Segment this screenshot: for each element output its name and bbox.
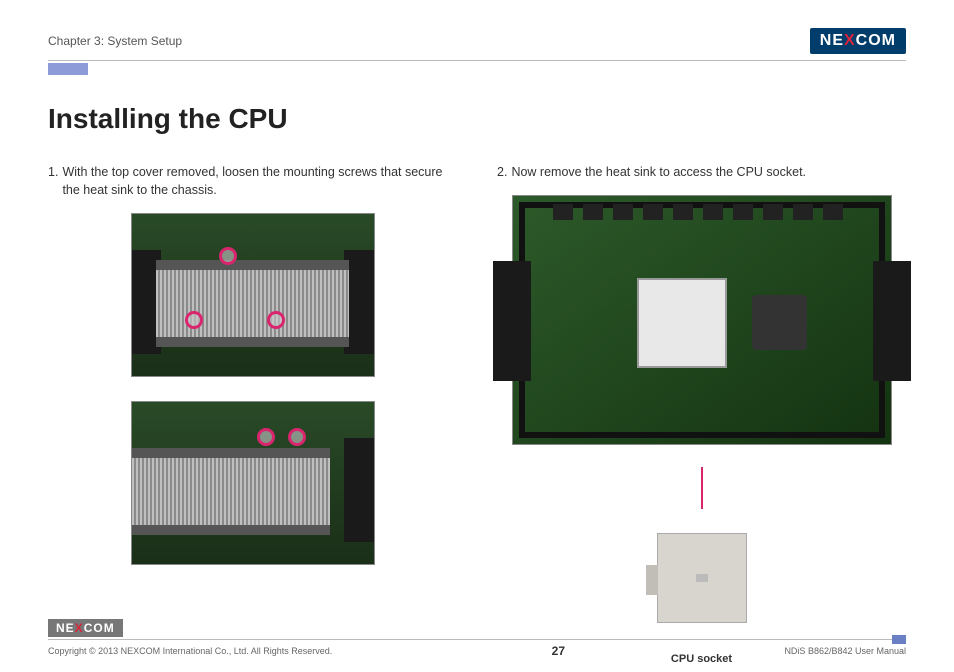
step-1-number: 1. bbox=[48, 163, 58, 199]
accent-bar bbox=[48, 63, 88, 75]
figure-cpu-socket-detail bbox=[657, 533, 747, 623]
footer-divider bbox=[48, 639, 906, 640]
step-2: 2. Now remove the heat sink to access th… bbox=[497, 163, 906, 181]
copyright-text: Copyright © 2013 NEXCOM International Co… bbox=[48, 646, 332, 656]
step-1-text: With the top cover removed, loosen the m… bbox=[62, 163, 457, 199]
header-divider bbox=[48, 60, 906, 61]
figure-heatsink-bottom bbox=[131, 401, 375, 565]
brand-logo: NEXCOM bbox=[810, 28, 906, 54]
figure-motherboard bbox=[512, 195, 892, 445]
page-number: 27 bbox=[552, 644, 565, 658]
step-2-text: Now remove the heat sink to access the C… bbox=[511, 163, 906, 181]
step-2-number: 2. bbox=[497, 163, 507, 181]
step-1: 1. With the top cover removed, loosen th… bbox=[48, 163, 457, 199]
figure-heatsink-top bbox=[131, 213, 375, 377]
logo-part-x: X bbox=[844, 32, 856, 50]
logo-part-right: COM bbox=[856, 32, 896, 50]
callout-line bbox=[701, 467, 703, 509]
footer-logo: NEXCOM bbox=[48, 619, 123, 637]
manual-name: NDiS B862/B842 User Manual bbox=[784, 646, 906, 656]
logo-part-left: NE bbox=[820, 32, 844, 50]
chapter-label: Chapter 3: System Setup bbox=[48, 34, 182, 48]
page-title: Installing the CPU bbox=[48, 103, 906, 135]
